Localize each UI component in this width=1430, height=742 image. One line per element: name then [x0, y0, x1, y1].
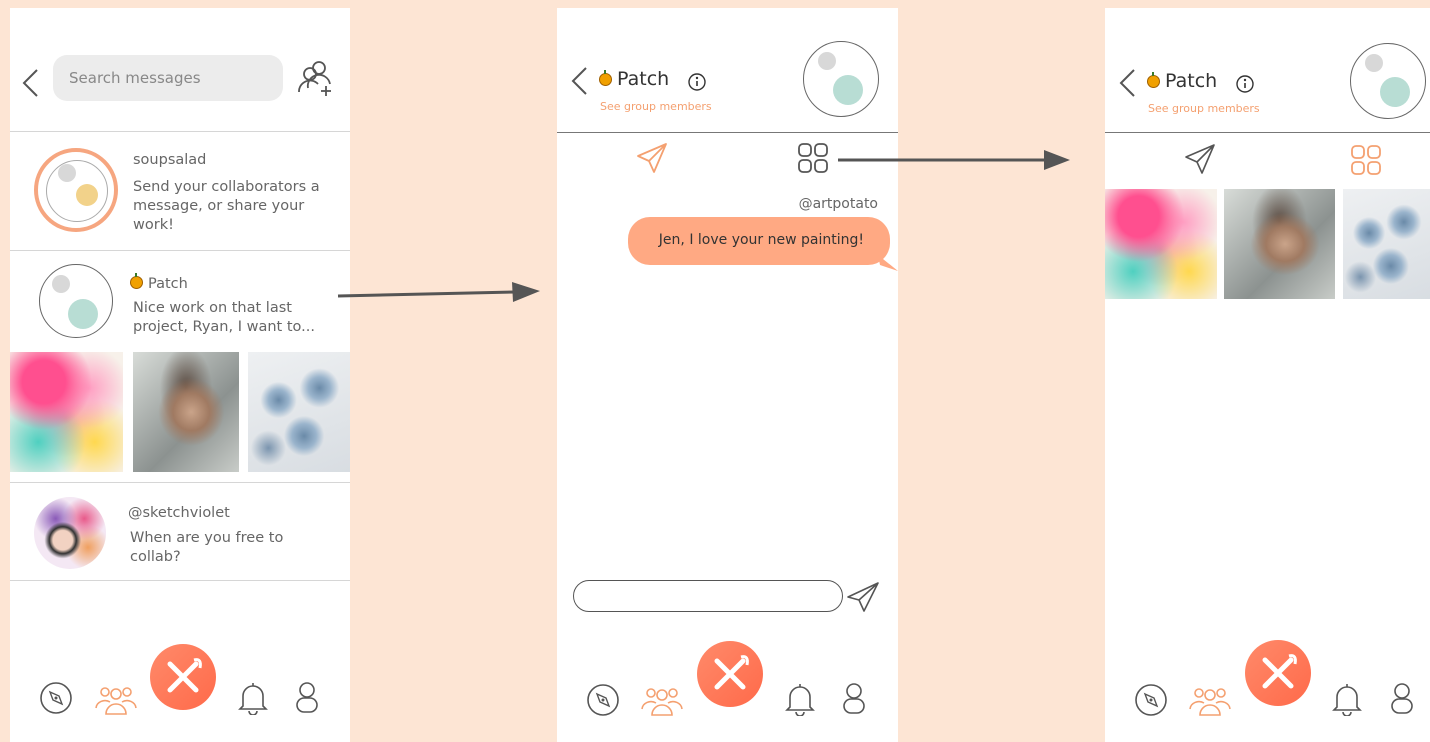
group-avatar[interactable]: [1350, 43, 1426, 119]
conversation-preview: Send your collaborators a message, or sh…: [133, 179, 320, 233]
paper-plane-icon: [847, 582, 879, 612]
conversation-item[interactable]: Patch Nice work on that last project, Ry…: [10, 251, 350, 351]
create-button[interactable]: [150, 644, 216, 710]
create-button[interactable]: [1245, 640, 1311, 706]
avatar: [39, 264, 113, 338]
message-sender: @artpotato: [798, 196, 878, 212]
search-bar[interactable]: [53, 55, 283, 101]
group-icon[interactable]: [94, 682, 138, 716]
compass-icon[interactable]: [1134, 683, 1168, 717]
bell-icon[interactable]: [238, 681, 268, 715]
create-button[interactable]: [697, 641, 763, 707]
user-icon[interactable]: [295, 681, 319, 715]
flow-arrow: [337, 282, 540, 302]
group-avatar[interactable]: [803, 41, 879, 117]
pencil-brush-icon: [714, 655, 749, 690]
shared-artwork-thumbnail[interactable]: [133, 352, 239, 472]
add-user-icon[interactable]: [296, 58, 336, 98]
group-title[interactable]: Patch: [1147, 70, 1254, 93]
back-icon[interactable]: [1117, 68, 1137, 98]
conversation-item[interactable]: @sketchviolet When are you free to colla…: [10, 483, 350, 581]
gallery-artwork[interactable]: [1343, 189, 1430, 299]
conversation-name: soupsalad: [133, 152, 207, 168]
divider: [10, 580, 350, 581]
conversation-name: @sketchviolet: [128, 505, 230, 521]
paper-plane-icon[interactable]: [635, 141, 669, 175]
paper-plane-icon[interactable]: [1183, 142, 1217, 176]
group-gallery-screen: Patch See group members: [1105, 8, 1430, 742]
pumpkin-icon: [599, 70, 612, 86]
group-chat-screen: Patch See group members @artpotato Jen, …: [557, 8, 898, 742]
send-button[interactable]: [845, 580, 881, 614]
chat-bubble-text: Jen, I love your new painting!: [658, 232, 864, 248]
pencil-brush-icon: [1262, 654, 1297, 689]
user-icon[interactable]: [1390, 682, 1414, 716]
pumpkin-icon: [130, 273, 143, 289]
group-name: Patch: [617, 68, 670, 90]
conversation-name: Patch: [148, 276, 188, 292]
gallery-artwork[interactable]: [1224, 189, 1335, 299]
see-group-members-link[interactable]: See group members: [1148, 102, 1260, 115]
shared-artwork-thumbnail[interactable]: [10, 352, 123, 472]
back-icon[interactable]: [569, 66, 589, 96]
back-icon[interactable]: [20, 68, 40, 98]
group-icon[interactable]: [1188, 683, 1232, 717]
group-icon[interactable]: [640, 683, 684, 717]
compass-icon[interactable]: [586, 683, 620, 717]
bell-icon[interactable]: [1332, 682, 1362, 716]
conversation-preview: Nice work on that last project, Ryan, I …: [133, 300, 315, 335]
compass-icon[interactable]: [39, 681, 73, 715]
avatar: [34, 148, 118, 232]
divider: [1105, 132, 1430, 133]
see-group-members-link[interactable]: See group members: [600, 100, 712, 113]
info-icon[interactable]: [1235, 74, 1255, 94]
search-input[interactable]: [53, 55, 283, 101]
message-input[interactable]: [573, 580, 843, 612]
pencil-brush-icon: [167, 658, 202, 693]
grid-icon[interactable]: [1350, 144, 1382, 176]
grid-icon[interactable]: [797, 142, 829, 174]
chat-bubble: Jen, I love your new painting!: [628, 217, 898, 271]
messages-screen: soupsalad Send your collaborators a mess…: [10, 8, 350, 742]
shared-artwork-thumbnail[interactable]: [248, 352, 350, 472]
flow-arrow: [838, 150, 1070, 170]
gallery-artwork[interactable]: [1105, 189, 1217, 299]
conversation-preview: When are you free to collab?: [130, 530, 284, 565]
divider: [557, 132, 898, 133]
user-icon[interactable]: [842, 682, 866, 716]
conversation-item[interactable]: soupsalad Send your collaborators a mess…: [10, 132, 350, 250]
info-icon[interactable]: [687, 72, 707, 92]
bell-icon[interactable]: [785, 682, 815, 716]
group-title[interactable]: Patch: [599, 68, 706, 91]
conversation-name-row: Patch: [130, 273, 188, 292]
pumpkin-icon: [1147, 72, 1160, 88]
group-name: Patch: [1165, 70, 1218, 92]
avatar: [34, 497, 106, 569]
